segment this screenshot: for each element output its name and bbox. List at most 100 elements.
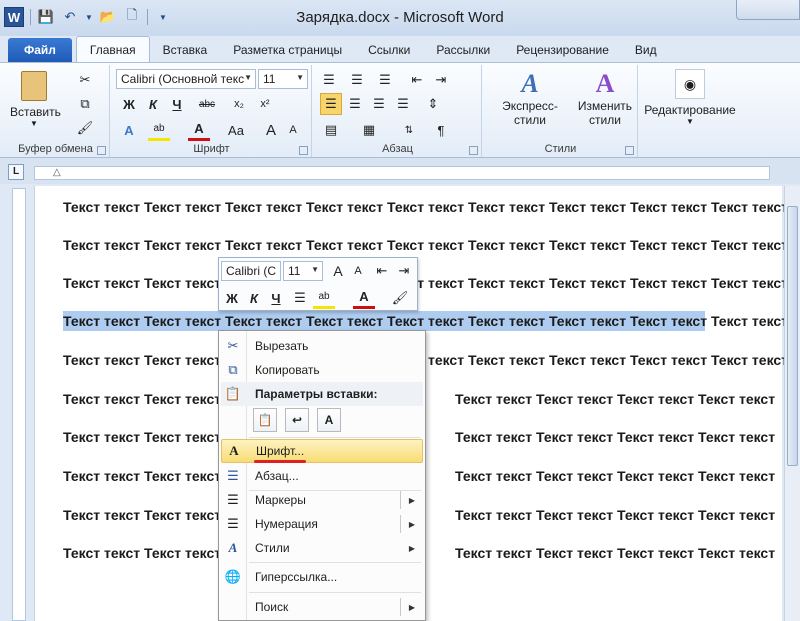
express-styles-button[interactable]: A Экспресс-стили	[488, 69, 572, 139]
change-styles-button[interactable]: A Изменить стили	[576, 69, 634, 139]
vertical-ruler[interactable]	[12, 188, 26, 621]
tab-view[interactable]: Вид	[622, 38, 670, 62]
menu-item-label: Параметры вставки:	[255, 387, 378, 401]
bullets-icon[interactable]: ☰	[318, 69, 340, 91]
tab-home[interactable]: Главная	[75, 36, 150, 62]
highlight-icon[interactable]: ab	[148, 119, 170, 141]
window-title: Зарядка.docx - Microsoft Word	[296, 9, 504, 26]
menu-item-bullets[interactable]: ☰ Маркеры ▶	[221, 488, 423, 512]
superscript-icon[interactable]: x²	[254, 93, 276, 115]
styles-icon: A	[228, 540, 238, 555]
clipboard-launcher-icon[interactable]	[97, 146, 106, 155]
styles-launcher-icon[interactable]	[625, 146, 634, 155]
horizontal-ruler[interactable]: △	[34, 166, 770, 180]
paragraph-launcher-icon[interactable]	[469, 146, 478, 155]
document-line-left: Текст текст Текст текст	[63, 507, 222, 523]
menu-item-copy[interactable]: ⧉ Копировать	[221, 358, 423, 382]
font-name-combo[interactable]: Calibri (Основной текс ▼	[116, 69, 256, 89]
tab-insert[interactable]: Вставка	[150, 38, 221, 62]
bold-button[interactable]: Ж	[118, 93, 140, 115]
paste-button[interactable]: Вставить ▼	[10, 69, 61, 135]
annotation-underline	[254, 460, 306, 463]
document-line: Текст текст Текст текст Текст текст Текс…	[63, 199, 789, 215]
scrollbar-thumb[interactable]	[787, 206, 798, 466]
strikethrough-icon[interactable]: abc	[196, 93, 218, 115]
decrease-indent-icon[interactable]: ⇤	[406, 69, 428, 91]
menu-item-paragraph[interactable]: ☰ Абзац...	[221, 464, 423, 488]
numbering-icon: ☰	[227, 516, 239, 531]
underline-button[interactable]: Ч	[166, 93, 188, 115]
clipboard-icon: 📋	[224, 386, 242, 401]
show-marks-icon[interactable]: ¶	[430, 119, 452, 141]
shrink-font-icon[interactable]: A	[347, 260, 369, 282]
font-color-icon[interactable]: A	[188, 119, 210, 141]
mini-font-name-combo[interactable]: Calibri (С	[221, 261, 281, 281]
chevron-down-icon: ▼	[244, 73, 252, 82]
font-color-icon[interactable]: A	[353, 287, 375, 309]
italic-button[interactable]: К	[142, 93, 164, 115]
grow-font-button[interactable]: A	[260, 119, 282, 141]
sort-icon[interactable]: ⇅	[398, 119, 420, 141]
document-line-left: Текст текст Текст текст	[63, 391, 222, 407]
split-divider	[400, 598, 401, 616]
font-size-combo[interactable]: 11 ▼	[258, 69, 308, 89]
tab-review[interactable]: Рецензирование	[503, 38, 622, 62]
binoculars-icon: ◉	[675, 69, 705, 99]
align-left-icon[interactable]: ☰	[320, 93, 342, 115]
center-icon[interactable]: ☰	[289, 287, 311, 309]
numbering-icon[interactable]: ☰	[346, 69, 368, 91]
line-spacing-icon[interactable]: ⇕	[422, 93, 444, 115]
menu-item-search[interactable]: Поиск ▶	[221, 595, 423, 619]
menu-item-hyperlink[interactable]: 🌐 Гиперссылка...	[221, 565, 423, 589]
mini-font-size-combo[interactable]: 11 ▼	[283, 261, 323, 281]
chevron-down-icon: ▼	[311, 265, 319, 274]
change-case-button[interactable]: Aa	[222, 119, 250, 141]
align-right-icon[interactable]: ☰	[368, 93, 390, 115]
subscript-icon[interactable]: x₂	[228, 93, 250, 115]
vertical-scrollbar[interactable]	[784, 186, 800, 621]
justify-icon[interactable]: ☰	[392, 93, 414, 115]
highlight-icon[interactable]: ab	[313, 287, 335, 309]
menu-item-paste-options: 📋 Параметры вставки:	[221, 382, 423, 406]
menu-item-label: Маркеры	[255, 493, 306, 507]
tab-selector-icon[interactable]: L	[8, 164, 24, 180]
text-effects-icon[interactable]: A	[118, 119, 140, 141]
cut-icon[interactable]: ✂	[74, 69, 96, 91]
menu-item-label: Стили	[255, 541, 290, 555]
format-painter-icon[interactable]: 🖌	[74, 117, 96, 139]
tab-references[interactable]: Ссылки	[355, 38, 423, 62]
bold-button[interactable]: Ж	[221, 287, 243, 309]
tab-mailings[interactable]: Рассылки	[423, 38, 503, 62]
menu-item-font[interactable]: A Шрифт...	[221, 439, 423, 463]
borders-icon[interactable]: ▦	[358, 119, 380, 141]
tab-file[interactable]: Файл	[8, 38, 72, 62]
paste-keep-formatting-icon[interactable]: 📋	[253, 408, 277, 432]
clipboard-group-label: Буфер обмена	[18, 143, 93, 155]
grow-font-icon[interactable]: A	[327, 260, 349, 282]
italic-button[interactable]: К	[243, 287, 265, 309]
editing-button[interactable]: ◉ Редактирование ▼	[642, 69, 738, 139]
decrease-indent-icon[interactable]: ⇤	[371, 260, 393, 282]
tab-page-layout[interactable]: Разметка страницы	[220, 38, 355, 62]
document-line-left: Текст текст Текст текст	[63, 468, 222, 484]
menu-item-cut[interactable]: ✂ Вырезать	[221, 334, 423, 358]
format-painter-icon[interactable]: 🖌	[389, 287, 411, 309]
menu-item-numbering[interactable]: ☰ Нумерация ▶	[221, 512, 423, 536]
copy-icon[interactable]: ⧉	[74, 93, 96, 115]
shrink-font-icon[interactable]: A	[282, 119, 304, 141]
align-center-icon[interactable]: ☰	[344, 93, 366, 115]
ruler-indent-marker-icon[interactable]: △	[53, 167, 61, 178]
window-controls[interactable]	[736, 0, 800, 20]
ruler-area: L △	[0, 158, 800, 184]
increase-indent-icon[interactable]: ⇥	[430, 69, 452, 91]
menu-item-styles[interactable]: A Стили ▶	[221, 536, 423, 560]
menu-item-label: Абзац...	[255, 469, 299, 483]
font-launcher-icon[interactable]	[299, 146, 308, 155]
paste-text-only-icon[interactable]: A	[317, 408, 341, 432]
shading-icon[interactable]: ▤	[320, 119, 342, 141]
underline-button[interactable]: Ч	[265, 287, 287, 309]
paste-merge-formatting-icon[interactable]: ↩	[285, 408, 309, 432]
increase-indent-icon[interactable]: ⇥	[393, 260, 415, 282]
multilevel-list-icon[interactable]: ☰	[374, 69, 396, 91]
document-line-right: Текст текст Текст текст Текст текст Текс…	[455, 429, 776, 445]
